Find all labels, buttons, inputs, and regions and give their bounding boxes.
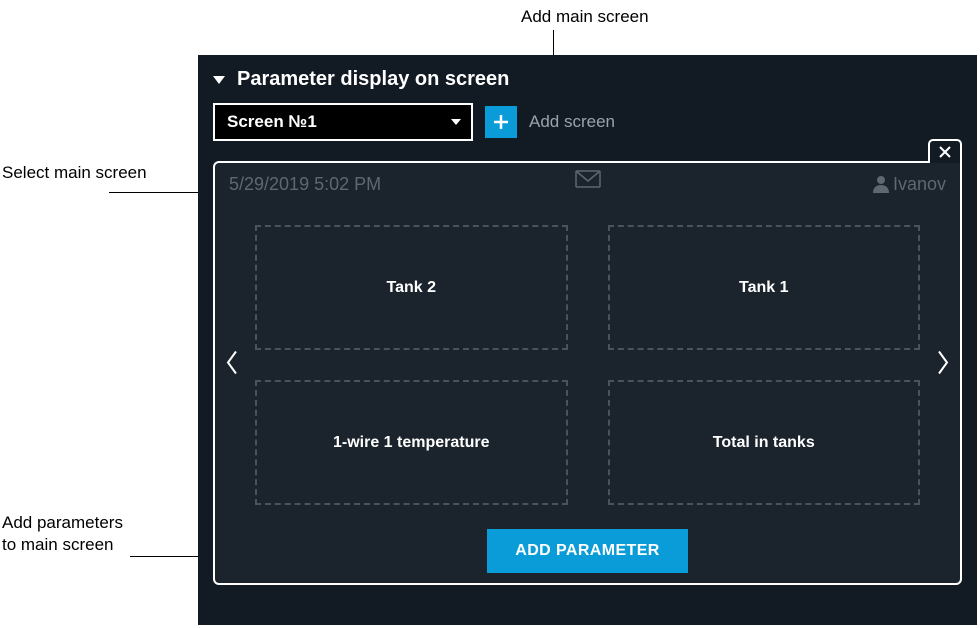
add-screen-label: Add screen xyxy=(529,112,615,132)
chevron-left-icon xyxy=(225,350,239,376)
parameter-area: Tank 2 Tank 1 1-wire 1 temperature Total… xyxy=(215,215,960,515)
param-slot[interactable]: Tank 1 xyxy=(608,225,921,350)
preview-frame: 5/29/2019 5:02 PM Ivanov xyxy=(213,161,962,585)
collapse-caret-icon xyxy=(213,76,225,84)
close-tab-button[interactable] xyxy=(928,139,962,163)
param-slot[interactable]: Tank 2 xyxy=(255,225,568,350)
screen-select-value: Screen №1 xyxy=(227,112,317,132)
param-slot-label: Tank 2 xyxy=(387,279,437,297)
param-slot-label: Total in tanks xyxy=(713,434,815,452)
status-datetime: 5/29/2019 5:02 PM xyxy=(229,174,381,195)
chevron-down-icon xyxy=(451,119,461,125)
param-slot-label: 1-wire 1 temperature xyxy=(333,434,490,452)
chevron-right-icon xyxy=(936,350,950,376)
param-slot[interactable]: Total in tanks xyxy=(608,380,921,505)
parameter-display-panel: Parameter display on screen Screen №1 Ad… xyxy=(198,55,977,625)
callout-select-main-screen: Select main screen xyxy=(2,162,147,184)
callout-add-parameters: Add parameters to main screen xyxy=(2,512,132,556)
nav-prev-button[interactable] xyxy=(225,350,239,381)
param-slot[interactable]: 1-wire 1 temperature xyxy=(255,380,568,505)
param-slot-label: Tank 1 xyxy=(739,279,789,297)
callout-add-main-screen: Add main screen xyxy=(521,6,649,28)
screen-select[interactable]: Screen №1 xyxy=(213,103,473,141)
screen-preview: 5/29/2019 5:02 PM Ivanov xyxy=(213,153,962,585)
add-parameter-label: ADD PARAMETER xyxy=(515,542,659,560)
toolbar: Screen №1 Add screen xyxy=(213,101,962,141)
user-icon xyxy=(873,175,889,193)
panel-header[interactable]: Parameter display on screen xyxy=(213,65,962,101)
mail-icon xyxy=(575,170,601,193)
status-bar: 5/29/2019 5:02 PM Ivanov xyxy=(215,163,960,197)
add-parameter-button[interactable]: ADD PARAMETER xyxy=(487,529,687,573)
status-username: Ivanov xyxy=(893,174,946,195)
panel-title: Parameter display on screen xyxy=(237,68,509,91)
nav-next-button[interactable] xyxy=(936,350,950,381)
close-icon xyxy=(938,145,952,159)
add-screen-button[interactable] xyxy=(485,106,517,138)
status-user: Ivanov xyxy=(873,174,946,195)
plus-icon xyxy=(492,113,510,131)
